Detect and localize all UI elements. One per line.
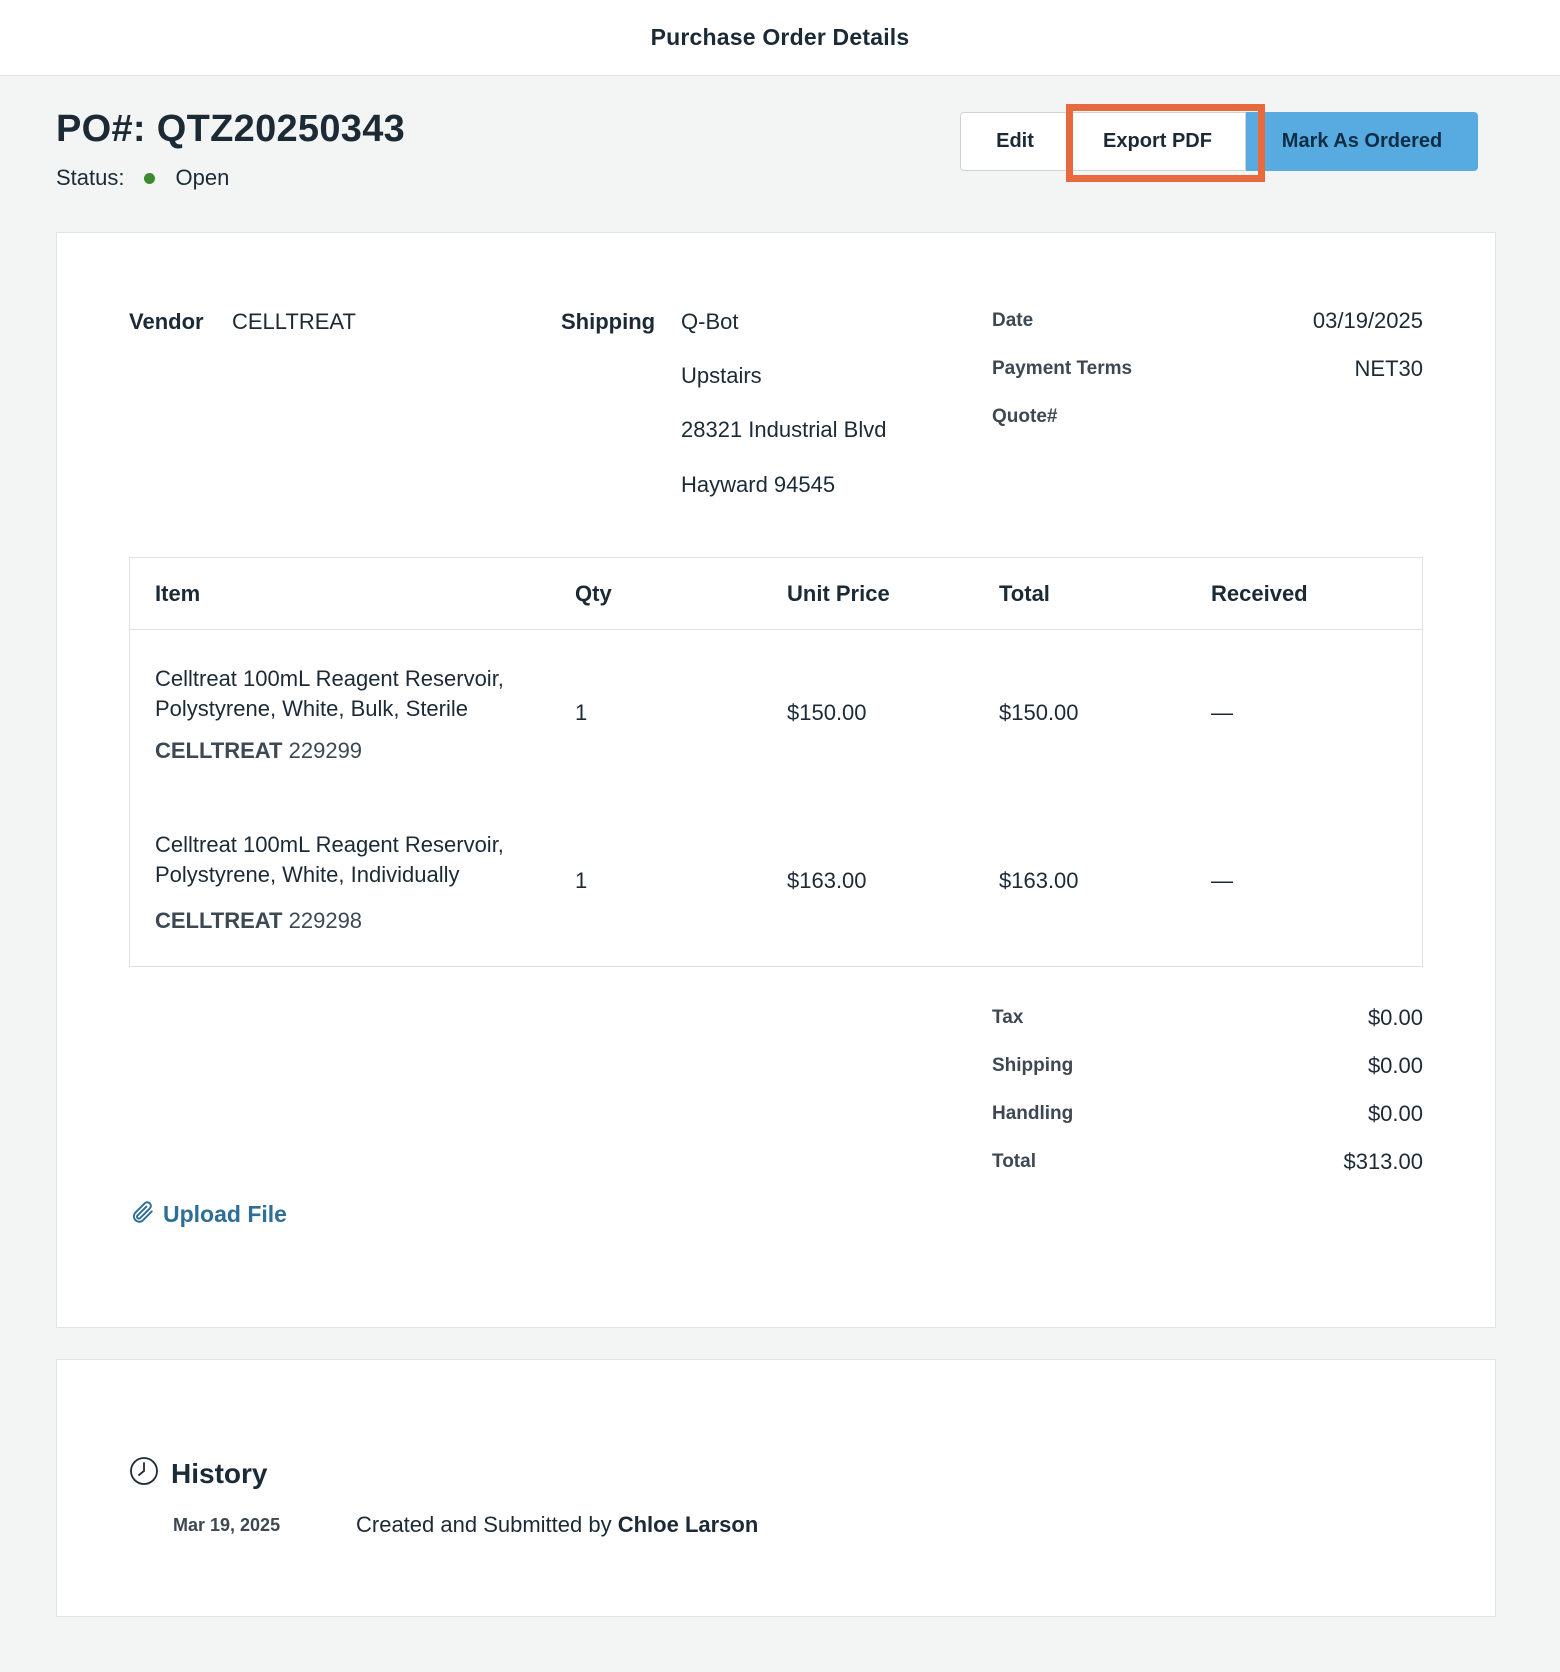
shipping-line: 28321 Industrial Blvd <box>681 417 887 442</box>
edit-button[interactable]: Edit <box>960 112 1070 171</box>
shipping-line: Hayward 94545 <box>681 472 836 497</box>
item-qty: 1 <box>575 868 588 893</box>
item-description: Celltreat 100mL Reagent Reservoir, Polys… <box>155 666 504 721</box>
history-card: History Mar 19, 2025 Created and Submitt… <box>56 1359 1496 1617</box>
shipping-cost-label: Shipping <box>992 1055 1074 1076</box>
column-header-total: Total <box>999 581 1050 606</box>
order-details-card: Vendor CELLTREAT Shipping Q-Bot Upstairs… <box>56 232 1496 1328</box>
item-description: Celltreat 100mL Reagent Reservoir, Polys… <box>155 832 504 887</box>
history-header: History <box>129 1456 267 1491</box>
table-row: Celltreat 100mL Reagent Reservoir, Polys… <box>130 798 1422 966</box>
quote-label: Quote# <box>992 406 1058 427</box>
payment-terms-label: Payment Terms <box>992 358 1133 379</box>
item-total: $150.00 <box>999 700 1079 725</box>
item-brand: CELLTREAT <box>155 908 283 933</box>
paperclip-icon <box>129 1199 155 1230</box>
page-title: Purchase Order Details <box>650 24 910 50</box>
item-sku: CELLTREAT 229298 <box>155 908 362 934</box>
action-button-group: Edit Export PDF Mark As Ordered <box>960 112 1478 171</box>
clock-icon <box>129 1456 159 1491</box>
item-brand: CELLTREAT <box>155 738 283 763</box>
item-unit-price: $163.00 <box>787 868 867 893</box>
shipping-label: Shipping <box>561 309 656 334</box>
column-header-unit-price: Unit Price <box>787 581 890 606</box>
table-header-row: Item Qty Unit Price Total Received <box>130 558 1422 630</box>
export-pdf-button[interactable]: Export PDF <box>1070 112 1246 171</box>
date-label: Date <box>992 310 1034 331</box>
status-dot-icon <box>144 172 156 184</box>
status-label: Status: <box>56 165 125 190</box>
column-header-item: Item <box>155 581 201 606</box>
mark-as-ordered-button[interactable]: Mark As Ordered <box>1246 112 1478 171</box>
item-unit-price: $150.00 <box>787 700 867 725</box>
history-entry-user: Chloe Larson <box>617 1512 759 1537</box>
tax-label: Tax <box>992 1007 1024 1028</box>
table-row: Celltreat 100mL Reagent Reservoir, Polys… <box>130 630 1422 798</box>
status-value: Open <box>175 165 230 190</box>
items-table: Item Qty Unit Price Total Received Cellt… <box>129 557 1423 967</box>
grand-total-value: $313.00 <box>1343 1149 1423 1174</box>
handling-value: $0.00 <box>1367 1101 1423 1126</box>
history-entry-text: Created and Submitted by Chloe Larson <box>356 1512 758 1538</box>
shipping-cost-value: $0.00 <box>1367 1053 1423 1078</box>
column-header-received: Received <box>1211 581 1308 606</box>
history-entry-date: Mar 19, 2025 <box>173 1515 281 1535</box>
shipping-line: Q-Bot <box>681 309 739 334</box>
vendor-value: CELLTREAT <box>232 309 356 334</box>
column-header-qty: Qty <box>575 581 612 606</box>
item-received: — <box>1211 700 1233 725</box>
status-row: Status: Open <box>56 165 405 191</box>
po-header: PO#: QTZ20250343 Status: Open <box>56 108 405 191</box>
upload-file-label: Upload File <box>163 1201 287 1227</box>
tax-value: $0.00 <box>1367 1005 1423 1030</box>
payment-terms-value: NET30 <box>1354 356 1423 381</box>
handling-label: Handling <box>992 1103 1074 1124</box>
shipping-line: Upstairs <box>681 363 762 388</box>
po-number: PO#: QTZ20250343 <box>56 108 406 150</box>
vendor-label: Vendor <box>129 309 204 334</box>
history-entry-action: Created and Submitted by <box>356 1512 618 1537</box>
item-received: — <box>1211 868 1233 893</box>
upload-file-link[interactable]: Upload File <box>129 1199 287 1230</box>
item-sku: CELLTREAT 229299 <box>155 738 362 764</box>
item-sku-number: 229299 <box>288 738 363 763</box>
grand-total-label: Total <box>992 1151 1036 1172</box>
top-bar: Purchase Order Details <box>0 0 1560 76</box>
item-qty: 1 <box>575 700 588 725</box>
history-title: History <box>171 1457 268 1489</box>
item-total: $163.00 <box>999 868 1079 893</box>
date-value: 03/19/2025 <box>1312 308 1423 333</box>
item-sku-number: 229298 <box>288 908 363 933</box>
